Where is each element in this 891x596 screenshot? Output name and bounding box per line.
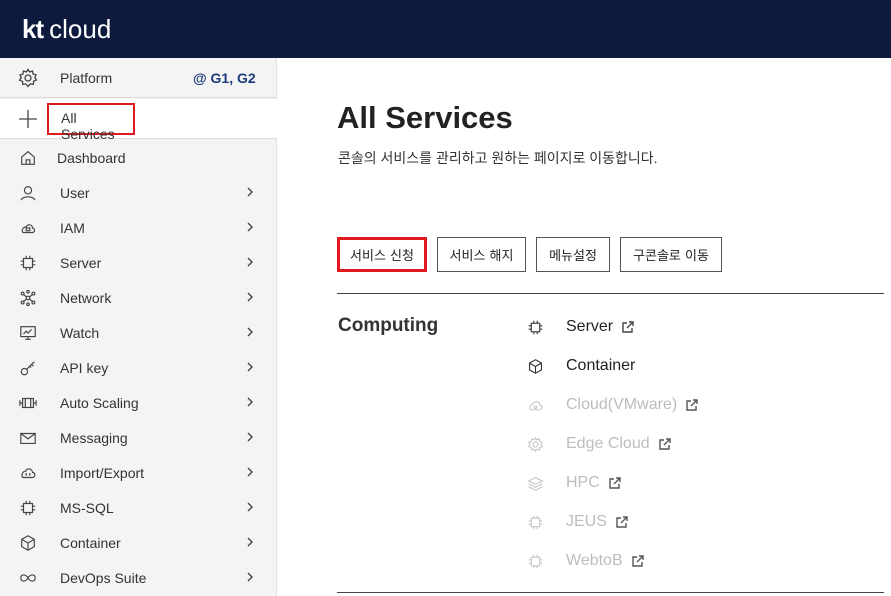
sidebar-item-container[interactable]: Container [0,525,277,560]
page-subtitle: 콘솔의 서비스를 관리하고 원하는 페이지로 이동합니다. [338,150,658,166]
service-jeus: JEUS [526,512,629,532]
gear-chip-icon [526,435,544,453]
service-label: Edge Cloud [566,435,650,452]
sidebar-item-network[interactable]: Network [0,280,277,315]
external-link-icon[interactable] [608,476,622,490]
sidebar-item-iam[interactable]: IAM [0,210,277,245]
service-label: Container [566,357,636,374]
chevron-right-icon [244,429,256,445]
kt-cloud-logo[interactable]: kt cloud [22,12,111,46]
sidebar-item-label: DevOps Suite [60,569,147,586]
sidebar-item-label: Server [60,254,102,271]
monitor-chart-icon [18,323,38,343]
cube-icon [526,357,544,375]
chevron-right-icon [244,534,256,550]
service-edge-cloud: Edge Cloud [526,434,672,454]
chip-icon [526,552,544,570]
sidebar-item-label: Container [60,534,121,551]
external-link-icon[interactable] [658,437,672,451]
apply-service-button[interactable]: 서비스 신청 [337,237,427,272]
sidebar-item-label: API key [60,359,109,376]
sidebar-item-messaging[interactable]: Messaging [0,420,277,455]
chip-icon [18,253,38,273]
category-title: Computing [338,315,439,336]
external-link-icon[interactable] [621,320,635,334]
sidebar-item-label: Auto Scaling [60,394,139,411]
chevron-right-icon [244,289,256,305]
network-icon [18,288,38,308]
sidebar-item-ms-sql[interactable]: MS-SQL [0,490,277,525]
sidebar-item-label: Dashboard [57,149,126,166]
external-link-icon[interactable] [631,554,645,568]
chevron-right-icon [244,499,256,515]
chevron-right-icon [244,359,256,375]
service-label: HPC [566,474,600,491]
logo-kt-text: kt [22,14,44,44]
sidebar-item-label: Watch [60,324,100,341]
database-chip-icon [18,498,38,518]
scaling-icon [18,393,38,413]
menu-settings-button[interactable]: 메뉴설정 [536,237,610,272]
service-webtob: WebtoB [526,551,645,571]
cube-icon [18,533,38,553]
top-bar: kt cloud [0,0,891,58]
page-title: All Services [337,100,513,135]
external-link-icon[interactable] [685,398,699,412]
cancel-service-button[interactable]: 서비스 해지 [437,237,526,272]
chevron-right-icon [244,254,256,270]
service-label: Cloud(VMware) [566,396,678,413]
service-server[interactable]: Server [526,317,635,337]
gear-icon [18,68,38,88]
envelope-icon [18,428,38,448]
sidebar-item-label: User [60,184,90,201]
sidebar-item-watch[interactable]: Watch [0,315,277,350]
infinity-icon [18,568,38,588]
service-label: Server [566,318,614,335]
service-container[interactable]: Container [526,356,635,376]
cloud-transfer-icon [18,463,38,483]
layers-icon [526,474,544,492]
platform-label: Platform [60,69,113,86]
sidebar-item-import-export[interactable]: Import/Export [0,455,277,490]
chevron-right-icon [244,219,256,235]
chip-icon [526,318,544,336]
sidebar-item-auto-scaling[interactable]: Auto Scaling [0,385,277,420]
region-label[interactable]: @ G1, G2 [193,70,256,86]
sidebar-item-user[interactable]: User [0,175,277,210]
old-console-button[interactable]: 구콘솔로 이동 [620,237,722,272]
all-services-label: All Services [47,103,135,142]
service-label: WebtoB [566,552,623,569]
cloud-lock-icon [18,218,38,238]
service-label: JEUS [566,513,607,530]
sidebar-item-label: Import/Export [60,464,145,481]
user-icon [18,183,38,203]
sidebar-item-server[interactable]: Server [0,245,277,280]
service-hpc: HPC [526,473,622,493]
service-cloud-vmware: Cloud(VMware) [526,395,699,415]
sidebar-item-label: Network [60,289,112,306]
sidebar: Platform @ G1, G2 All Services Dashboard… [0,58,277,596]
chevron-right-icon [244,569,256,585]
plus-icon [18,109,38,129]
sidebar-platform[interactable]: Platform @ G1, G2 [0,58,277,98]
sidebar-item-devops-suite[interactable]: DevOps Suite [0,560,277,595]
sidebar-item-dashboard[interactable]: Dashboard [0,140,277,175]
external-link-icon[interactable] [615,515,629,529]
home-icon [18,148,38,168]
sidebar-item-api-key[interactable]: API key [0,350,277,385]
chip-icon [526,513,544,531]
section-divider-top [337,293,884,294]
chevron-right-icon [244,184,256,200]
section-divider-bottom [337,592,884,593]
sidebar-item-label: IAM [60,219,85,236]
sidebar-item-label: MS-SQL [60,499,114,516]
chevron-right-icon [244,324,256,340]
key-icon [18,358,38,378]
chevron-right-icon [244,464,256,480]
sidebar-all-services[interactable]: All Services [0,99,277,142]
sidebar-item-label: Messaging [60,429,128,446]
logo-cloud-text: cloud [49,14,112,44]
cloud-icon [526,396,544,414]
chevron-right-icon [244,394,256,410]
